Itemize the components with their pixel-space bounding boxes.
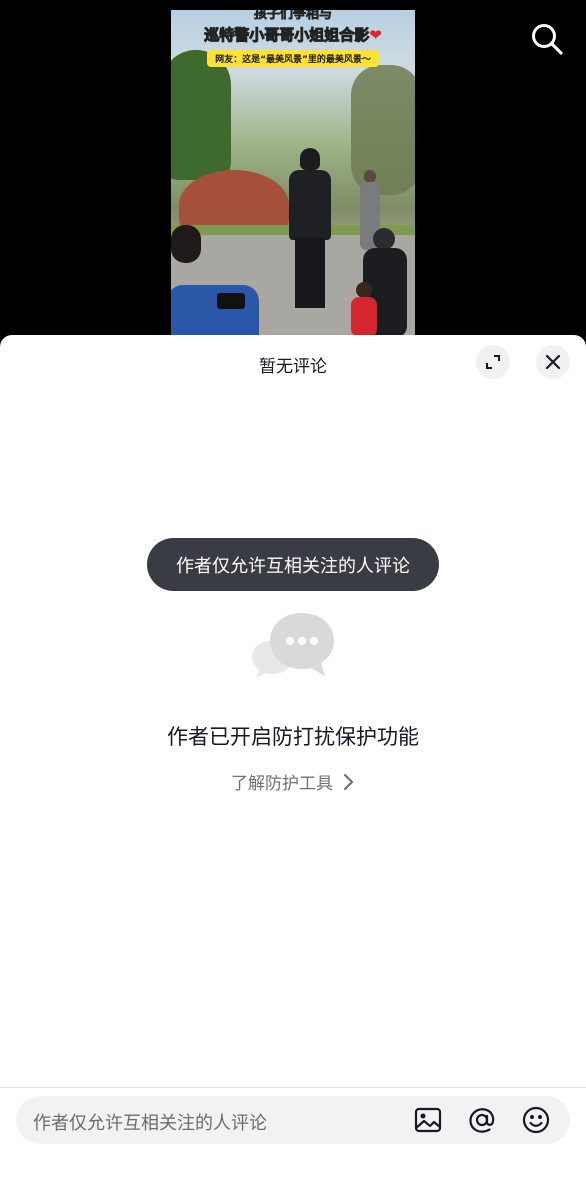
video-thumbnail[interactable]: 孩子们争相与 巡特警小哥哥小姐姐合影❤ 网友：这是“最美风景”里的最美风景～	[171, 10, 415, 340]
video-title-overlay: 孩子们争相与 巡特警小哥哥小姐姐合影❤ 网友：这是“最美风景”里的最美风景～	[171, 10, 415, 67]
learn-link-label: 了解防护工具	[231, 774, 333, 794]
restriction-toast: 作者仅允许互相关注的人评论	[147, 538, 439, 591]
chevron-right-icon	[343, 773, 354, 790]
close-icon	[545, 354, 561, 370]
video-title-text: 巡特警小哥哥小姐姐合影	[204, 26, 370, 45]
scene-photographer	[171, 225, 261, 340]
at-icon	[469, 1108, 495, 1133]
scene-child	[349, 282, 379, 337]
heart-icon: ❤	[369, 26, 382, 44]
scene-tree	[171, 50, 231, 180]
chat-bubbles-icon	[252, 613, 334, 678]
comment-input[interactable]: 作者仅允许互相关注的人评论	[16, 1096, 570, 1144]
emoji-icon	[522, 1106, 550, 1134]
video-player[interactable]: 孩子们争相与 巡特警小哥哥小姐姐合影❤ 网友：这是“最美风景”里的最美风景～	[0, 0, 586, 345]
video-title-line2: 巡特警小哥哥小姐姐合影❤	[171, 24, 415, 46]
comment-sheet: 暂无评论 作者仅允许互相关注的人评论 作者已开启防打扰保护功能 了解防护工具 作…	[0, 335, 586, 1199]
emoji-button[interactable]	[520, 1104, 552, 1136]
scene-officer	[289, 148, 331, 308]
expand-button[interactable]	[476, 345, 510, 379]
learn-protection-tools-link[interactable]: 了解防护工具	[0, 769, 586, 794]
comment-input-placeholder: 作者仅允许互相关注的人评论	[33, 1113, 267, 1134]
empty-state-heading: 作者已开启防打扰保护功能	[167, 725, 419, 749]
video-title-line1: 孩子们争相与	[253, 10, 333, 22]
close-button[interactable]	[536, 345, 570, 379]
image-button[interactable]	[412, 1104, 444, 1136]
expand-icon	[486, 355, 500, 369]
image-icon	[414, 1107, 442, 1133]
search-icon	[532, 24, 563, 55]
input-divider	[0, 1087, 586, 1088]
video-caption: 网友：这是“最美风景”里的最美风景～	[207, 50, 379, 67]
search-button[interactable]	[528, 20, 566, 58]
mention-button[interactable]	[466, 1104, 498, 1136]
